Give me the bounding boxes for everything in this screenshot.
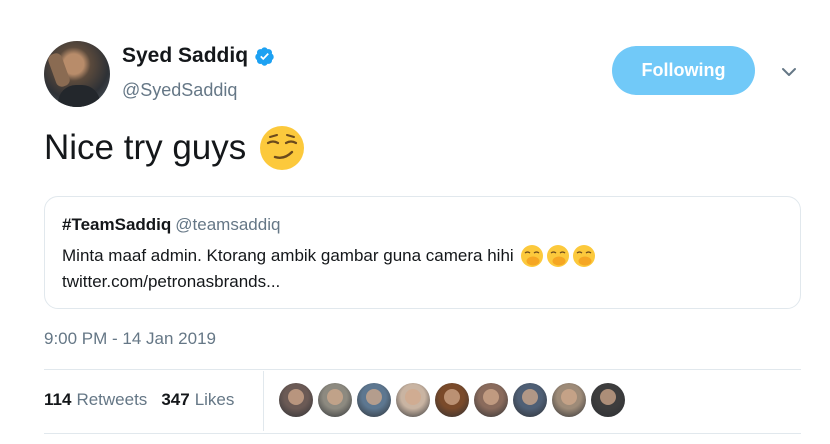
quoted-author-handle: @teamsaddiq (175, 215, 281, 234)
smirking-face-icon (260, 126, 305, 170)
following-button[interactable]: Following (612, 46, 755, 95)
face-with-hand-over-mouth-icon (520, 245, 543, 267)
quoted-tweet-header: #TeamSaddiq @teamsaddiq (62, 215, 280, 235)
liker-avatar[interactable] (279, 383, 313, 417)
retweets-label: Retweets (76, 390, 148, 409)
quoted-tweet-link[interactable]: twitter.com/petronasbrands... (62, 272, 280, 292)
author-name[interactable]: Syed Saddiq (122, 44, 248, 68)
chevron-down-icon[interactable] (779, 62, 799, 82)
liker-avatar[interactable] (435, 383, 469, 417)
likes-stat[interactable]: 347 Likes (161, 390, 234, 410)
liker-avatar[interactable] (591, 383, 625, 417)
liker-avatars (279, 383, 630, 417)
liker-avatar[interactable] (474, 383, 508, 417)
liker-avatar[interactable] (396, 383, 430, 417)
retweets-count: 114 (44, 390, 72, 409)
tweet-body: Nice try guys (44, 124, 306, 172)
likes-label: Likes (194, 390, 235, 409)
engagement-stats: 114 Retweets 347 Likes (44, 390, 234, 410)
tweet-text: Nice try guys (44, 128, 247, 167)
stats-divider-top (44, 369, 801, 370)
liker-avatar[interactable] (552, 383, 586, 417)
liker-avatar[interactable] (357, 383, 391, 417)
tweet-timestamp[interactable]: 9:00 PM - 14 Jan 2019 (44, 329, 216, 349)
quoted-tweet-text: Minta maaf admin. Ktorang ambik gambar g… (62, 246, 514, 265)
author-handle[interactable]: @SyedSaddiq (122, 80, 237, 101)
stats-vertical-divider (263, 371, 264, 431)
face-with-hand-over-mouth-icon (546, 245, 569, 267)
verified-badge-icon (255, 46, 274, 66)
avatar-figure-body (58, 85, 100, 107)
quoted-author-name: #TeamSaddiq (62, 215, 172, 234)
retweets-stat[interactable]: 114 Retweets (44, 390, 147, 410)
avatar-figure-arm (46, 51, 72, 89)
quoted-tweet-text-line: Minta maaf admin. Ktorang ambik gambar g… (62, 244, 596, 268)
likes-count: 347 (161, 390, 190, 409)
stats-divider-bottom (44, 433, 801, 434)
author-name-row: Syed Saddiq (122, 44, 275, 68)
author-avatar[interactable] (44, 41, 110, 107)
liker-avatar[interactable] (513, 383, 547, 417)
liker-avatar[interactable] (318, 383, 352, 417)
face-with-hand-over-mouth-icon (572, 245, 595, 267)
quoted-tweet-card[interactable]: #TeamSaddiq @teamsaddiq Minta maaf admin.… (44, 196, 801, 309)
